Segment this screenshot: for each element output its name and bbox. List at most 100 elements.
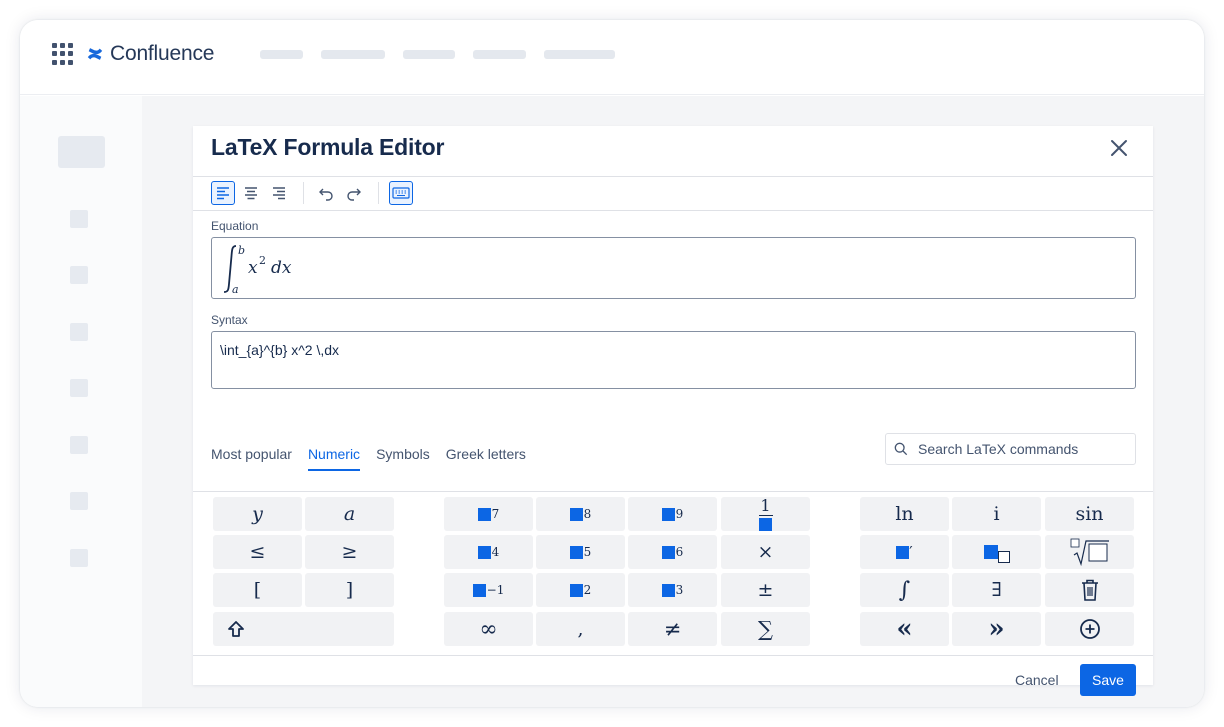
align-center-button[interactable]	[239, 181, 263, 205]
divider	[193, 210, 1153, 211]
cancel-button[interactable]: Cancel	[1005, 664, 1069, 696]
key-sum[interactable]: ∑	[721, 612, 810, 646]
key-left-bracket[interactable]: [	[213, 573, 302, 607]
placeholder-box	[472, 583, 486, 597]
tab-most-popular[interactable]: Most popular	[211, 446, 292, 471]
key-power-8[interactable]: 8	[536, 497, 625, 531]
key-greater-equal[interactable]: ≥	[305, 535, 394, 569]
key-power-minus-1[interactable]: −1	[444, 573, 533, 607]
key-label: [	[253, 579, 262, 601]
key-label: ′	[909, 543, 913, 561]
key-power-2[interactable]: 2	[536, 573, 625, 607]
key-right-bracket[interactable]: ]	[305, 573, 394, 607]
placeholder-box	[569, 507, 583, 521]
key-label: ∫	[898, 577, 911, 603]
key-label: i	[993, 503, 1000, 525]
nth-root-icon	[1070, 538, 1109, 566]
key-label: ,	[577, 618, 584, 640]
key-fraction[interactable]: 1	[721, 497, 810, 531]
key-sin[interactable]: sin	[1045, 497, 1134, 531]
key-label: 4	[491, 545, 500, 559]
key-plus-minus[interactable]: ±	[721, 573, 810, 607]
app-window: Confluence LaTeX Formula Editor Equation…	[20, 20, 1204, 707]
key-label: ≠	[663, 617, 682, 641]
sidebar-placeholder	[70, 549, 88, 567]
dialog-title: LaTeX Formula Editor	[211, 134, 445, 160]
brand-name: Confluence	[110, 42, 215, 65]
key-integral[interactable]: ∫	[860, 573, 949, 607]
subscript-box	[997, 551, 1010, 563]
key-subscript[interactable]	[952, 535, 1041, 569]
redo-button[interactable]	[342, 181, 366, 205]
placeholder-box	[569, 583, 583, 597]
fraction-bar	[758, 514, 773, 516]
trash-icon	[1081, 579, 1098, 601]
key-less-equal[interactable]: ≤	[213, 535, 302, 569]
undo-icon	[319, 188, 333, 201]
top-nav: Confluence	[20, 20, 1204, 95]
key-nth-root[interactable]	[1045, 535, 1134, 569]
close-button[interactable]	[1109, 138, 1129, 158]
nav-placeholder	[473, 50, 526, 59]
plus-circle-icon	[1079, 619, 1100, 639]
placeholder-box	[661, 583, 675, 597]
equation-preview[interactable]: b a x 2 dx	[211, 237, 1136, 299]
key-ln[interactable]: ln	[860, 497, 949, 531]
sidebar	[20, 96, 142, 707]
key-a[interactable]: a	[305, 497, 394, 531]
integrand: x	[248, 258, 258, 278]
editor-toolbar	[211, 181, 417, 205]
exponent: 2	[259, 254, 266, 267]
key-label: »	[988, 614, 1005, 644]
equation-render: b a x 2 dx	[223, 244, 292, 296]
key-power-6[interactable]: 6	[628, 535, 717, 569]
move-left-key[interactable]: «	[860, 612, 949, 646]
search-box[interactable]	[885, 433, 1136, 465]
align-left-button[interactable]	[211, 181, 235, 205]
key-prime[interactable]: ′	[860, 535, 949, 569]
save-button[interactable]: Save	[1080, 664, 1136, 696]
placeholder-box	[759, 517, 772, 531]
search-icon	[894, 442, 908, 456]
search-input[interactable]	[918, 441, 1118, 457]
key-times[interactable]: ×	[721, 535, 810, 569]
key-imaginary-i[interactable]: i	[952, 497, 1041, 531]
undo-button[interactable]	[314, 181, 338, 205]
key-label: ≤	[249, 541, 266, 563]
delete-key[interactable]	[1045, 573, 1134, 607]
key-power-4[interactable]: 4	[444, 535, 533, 569]
key-power-5[interactable]: 5	[536, 535, 625, 569]
align-left-icon	[217, 187, 229, 200]
key-comma[interactable]: ,	[536, 612, 625, 646]
sidebar-placeholder	[70, 266, 88, 284]
key-power-7[interactable]: 7	[444, 497, 533, 531]
key-exists[interactable]: ∃	[952, 573, 1041, 607]
key-label: ≥	[341, 541, 358, 563]
key-label: ∞	[479, 616, 498, 642]
add-key[interactable]	[1045, 612, 1134, 646]
keyboard-toggle-button[interactable]	[389, 181, 413, 205]
tab-numeric[interactable]: Numeric	[307, 446, 361, 471]
sidebar-placeholder	[70, 379, 88, 397]
keyboard-icon	[392, 187, 410, 199]
key-label: 2	[583, 583, 592, 597]
placeholder-box	[661, 545, 675, 559]
placeholder-box	[477, 507, 491, 521]
close-icon	[1111, 140, 1127, 156]
divider	[193, 176, 1153, 177]
app-switcher-icon[interactable]	[52, 43, 74, 65]
key-power-3[interactable]: 3	[628, 573, 717, 607]
syntax-input[interactable]: \int_{a}^{b} x^2 \,dx	[211, 331, 1136, 389]
sidebar-placeholder	[70, 436, 88, 454]
key-infinity[interactable]: ∞	[444, 612, 533, 646]
key-label: 9	[675, 507, 684, 521]
confluence-logo[interactable]: Confluence	[86, 41, 214, 67]
shift-key[interactable]	[213, 612, 394, 646]
align-right-button[interactable]	[267, 181, 291, 205]
key-not-equal[interactable]: ≠	[628, 612, 717, 646]
key-y[interactable]: y	[213, 497, 302, 531]
tab-greek-letters[interactable]: Greek letters	[446, 446, 526, 471]
key-power-9[interactable]: 9	[628, 497, 717, 531]
tab-symbols[interactable]: Symbols	[376, 446, 430, 471]
move-right-key[interactable]: »	[952, 612, 1041, 646]
